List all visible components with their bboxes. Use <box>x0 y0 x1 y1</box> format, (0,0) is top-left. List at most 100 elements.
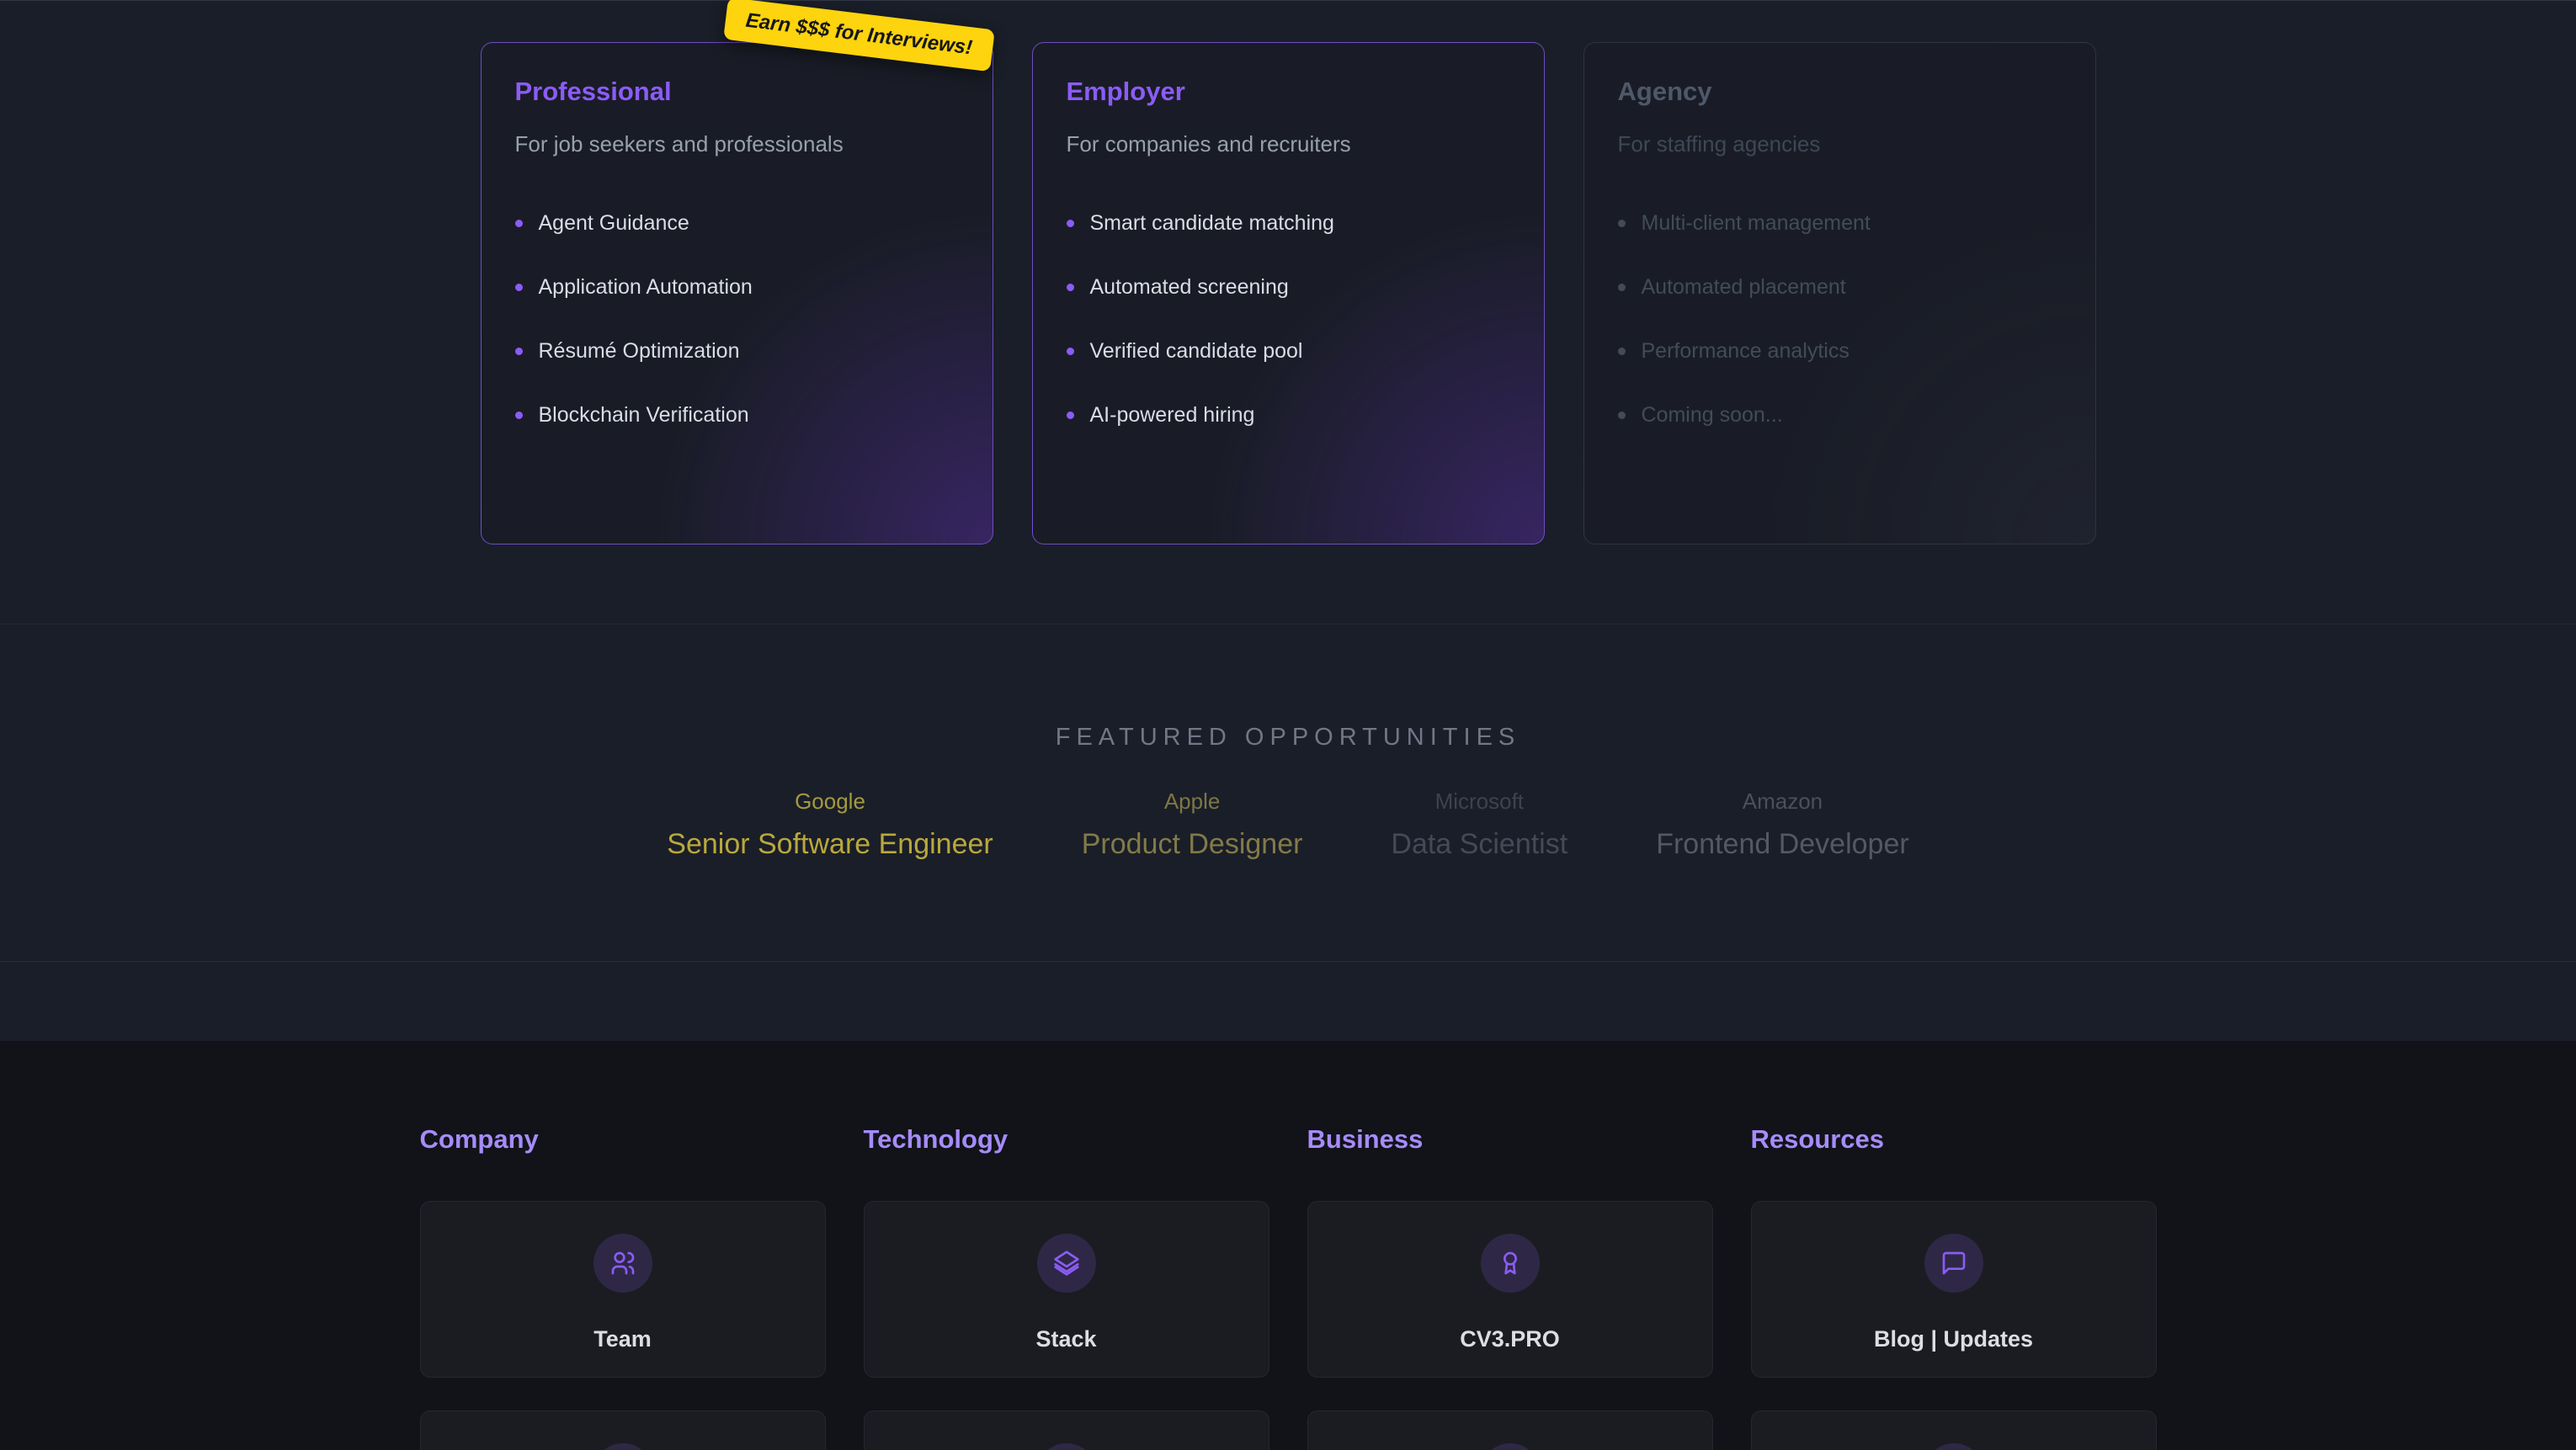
footer-card-label: Blog | Updates <box>1752 1326 2156 1352</box>
plan-feature-label: Automated placement <box>1642 275 1846 300</box>
footer-column-technology: Technology Stack <box>864 1124 1269 1450</box>
plan-feature-label: Smart candidate matching <box>1090 211 1334 236</box>
plans-row: Earn $$$ for Interviews! Professional Fo… <box>0 1 2576 544</box>
bullet-icon <box>1618 220 1626 227</box>
users-icon <box>609 1250 636 1277</box>
plan-feature: Agent Guidance <box>515 211 959 236</box>
footer-heading: Company <box>420 1124 826 1155</box>
plan-feature-list: Smart candidate matching Automated scree… <box>1067 211 1510 428</box>
footer-card-label: Team <box>421 1326 825 1352</box>
footer-heading: Technology <box>864 1124 1269 1155</box>
plan-feature: Automated screening <box>1067 275 1510 300</box>
plan-card-professional[interactable]: Earn $$$ for Interviews! Professional Fo… <box>481 42 993 544</box>
plan-card-employer[interactable]: Employer For companies and recruiters Sm… <box>1032 42 1545 544</box>
plan-title: Employer <box>1067 75 1510 109</box>
footer-card-label: Stack <box>865 1326 1269 1352</box>
plan-card-agency: Agency For staffing agencies Multi-clien… <box>1583 42 2096 544</box>
plan-feature-list: Multi-client management Automated placem… <box>1618 211 2062 428</box>
job-company: Microsoft <box>1391 789 1567 815</box>
plan-title: Agency <box>1618 75 2062 109</box>
job-title: Frontend Developer <box>1656 828 1909 861</box>
plan-feature: Performance analytics <box>1618 339 2062 364</box>
plan-feature-label: Application Automation <box>539 275 753 300</box>
job-item-amazon[interactable]: Amazon Frontend Developer <box>1656 789 1909 861</box>
job-title: Product Designer <box>1082 828 1303 861</box>
plan-feature: AI-powered hiring <box>1067 403 1510 428</box>
plan-feature: Verified candidate pool <box>1067 339 1510 364</box>
job-item-microsoft[interactable]: Microsoft Data Scientist <box>1391 789 1567 861</box>
bullet-icon <box>1618 348 1626 355</box>
plan-feature: Blockchain Verification <box>515 403 959 428</box>
job-item-google[interactable]: Google Senior Software Engineer <box>667 789 993 861</box>
icon-circle <box>593 1234 652 1293</box>
message-icon <box>1940 1250 1967 1277</box>
footer-card-partial[interactable] <box>1307 1410 1713 1450</box>
award-icon <box>1497 1250 1524 1277</box>
bullet-icon <box>515 284 523 291</box>
plan-subtitle: For job seekers and professionals <box>515 130 959 159</box>
plan-feature-label: Multi-client management <box>1642 211 1871 236</box>
bullet-icon <box>1618 412 1626 419</box>
plan-feature-label: AI-powered hiring <box>1090 403 1255 428</box>
bullet-icon <box>1067 348 1074 355</box>
icon-circle <box>1924 1443 1983 1450</box>
footer-card-partial[interactable] <box>420 1410 826 1450</box>
featured-jobs-row: Google Senior Software Engineer Apple Pr… <box>0 789 2576 861</box>
footer-card-stack[interactable]: Stack <box>864 1201 1269 1378</box>
plan-feature: Application Automation <box>515 275 959 300</box>
plan-feature: Smart candidate matching <box>1067 211 1510 236</box>
footer-column-company: Company Team <box>420 1124 826 1450</box>
footer-card-cv3pro[interactable]: CV3.PRO <box>1307 1201 1713 1378</box>
job-company: Apple <box>1082 789 1303 815</box>
footer-card-label: CV3.PRO <box>1308 1326 1712 1352</box>
footer-card-partial[interactable] <box>864 1410 1269 1450</box>
footer-card-partial[interactable] <box>1751 1410 2157 1450</box>
icon-circle <box>1924 1234 1983 1293</box>
footer-heading: Business <box>1307 1124 1713 1155</box>
footer-section: Company Team Technology <box>0 1041 2576 1450</box>
plan-feature: Résumé Optimization <box>515 339 959 364</box>
bullet-icon <box>1067 220 1074 227</box>
footer-card-blog[interactable]: Blog | Updates <box>1751 1201 2157 1378</box>
featured-opportunities-section: FEATURED OPPORTUNITIES Google Senior Sof… <box>0 624 2576 961</box>
layers-icon <box>1053 1250 1080 1277</box>
featured-heading: FEATURED OPPORTUNITIES <box>0 624 2576 752</box>
footer-grid: Company Team Technology <box>423 1124 2154 1450</box>
plan-title: Professional <box>515 75 959 109</box>
plan-subtitle: For staffing agencies <box>1618 130 2062 159</box>
page: Earn $$$ for Interviews! Professional Fo… <box>0 0 2576 1450</box>
plan-feature: Automated placement <box>1618 275 2062 300</box>
bullet-icon <box>1067 284 1074 291</box>
plans-section: Earn $$$ for Interviews! Professional Fo… <box>0 0 2576 624</box>
plan-subtitle: For companies and recruiters <box>1067 130 1510 159</box>
job-title: Data Scientist <box>1391 828 1567 861</box>
plan-feature-label: Résumé Optimization <box>539 339 740 364</box>
bullet-icon <box>515 412 523 419</box>
bullet-icon <box>1618 284 1626 291</box>
footer-column-resources: Resources Blog | Updates <box>1751 1124 2157 1450</box>
plan-feature: Multi-client management <box>1618 211 2062 236</box>
plan-feature: Coming soon... <box>1618 403 2062 428</box>
footer-heading: Resources <box>1751 1124 2157 1155</box>
section-spacer <box>0 961 2576 1041</box>
icon-circle <box>593 1443 652 1450</box>
job-title: Senior Software Engineer <box>667 828 993 861</box>
job-company: Google <box>667 789 993 815</box>
bullet-icon <box>515 348 523 355</box>
footer-card-team[interactable]: Team <box>420 1201 826 1378</box>
icon-circle <box>1037 1443 1096 1450</box>
plan-feature-list: Agent Guidance Application Automation Ré… <box>515 211 959 428</box>
icon-circle <box>1481 1234 1540 1293</box>
plan-feature-label: Performance analytics <box>1642 339 1850 364</box>
icon-circle <box>1037 1234 1096 1293</box>
plan-feature-label: Verified candidate pool <box>1090 339 1303 364</box>
bullet-icon <box>1067 412 1074 419</box>
earn-badge: Earn $$$ for Interviews! <box>723 0 994 72</box>
job-item-apple[interactable]: Apple Product Designer <box>1082 789 1303 861</box>
icon-circle <box>1481 1443 1540 1450</box>
plan-feature-label: Automated screening <box>1090 275 1289 300</box>
bullet-icon <box>515 220 523 227</box>
job-company: Amazon <box>1656 789 1909 815</box>
plan-feature-label: Blockchain Verification <box>539 403 749 428</box>
footer-column-business: Business CV3.PRO <box>1307 1124 1713 1450</box>
